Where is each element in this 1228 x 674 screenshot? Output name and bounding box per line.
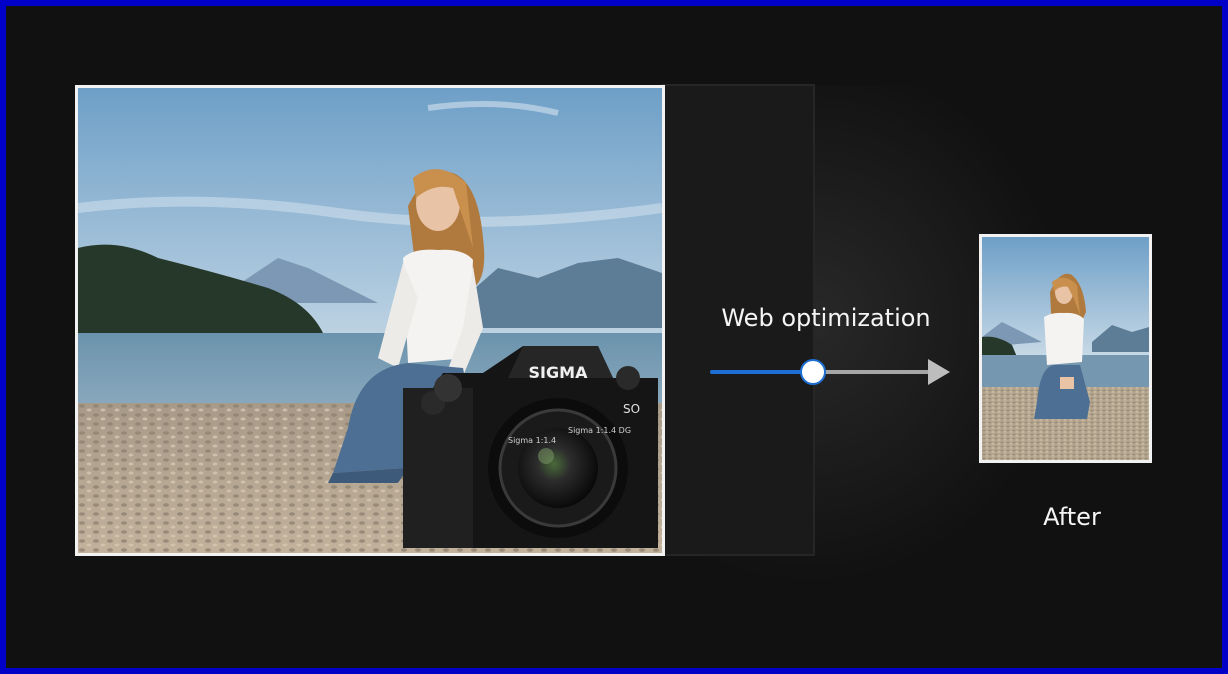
before-photo: SIGMA SO Sigma 1:1.4 Sigma 1:1.4 DG	[75, 85, 665, 556]
slider-track	[813, 370, 930, 374]
arrow-right-icon	[928, 359, 950, 385]
after-photo	[979, 234, 1152, 463]
after-photo-scene	[982, 237, 1149, 460]
camera-brand: SIGMA	[529, 363, 589, 382]
camera: SIGMA SO Sigma 1:1.4 Sigma 1:1.4 DG	[403, 346, 658, 548]
after-label: After	[1043, 503, 1101, 531]
slider-handle[interactable]	[800, 359, 827, 385]
presentation-frame: SIGMA SO Sigma 1:1.4 Sigma 1:1.4 DG Web …	[6, 6, 1222, 668]
camera-model: SO	[623, 402, 640, 416]
lens-marking-right: Sigma 1:1.4 DG	[568, 426, 631, 435]
process-label: Web optimization	[721, 304, 931, 332]
before-photo-scene: SIGMA SO Sigma 1:1.4 Sigma 1:1.4 DG	[78, 88, 662, 553]
lens-marking-left: Sigma 1:1.4	[508, 436, 556, 445]
optimization-slider[interactable]	[706, 354, 956, 390]
slider-fill	[710, 370, 814, 374]
